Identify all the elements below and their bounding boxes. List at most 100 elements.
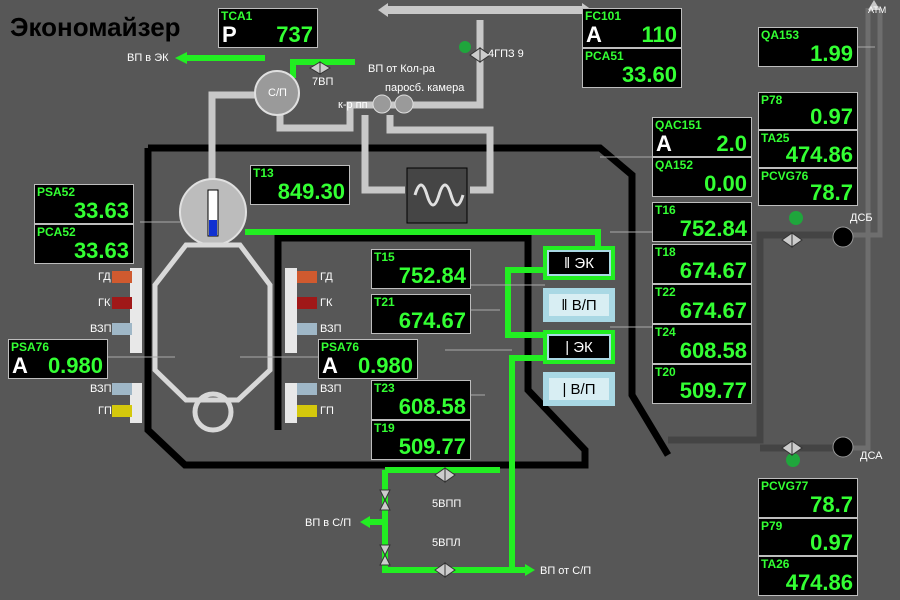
qa152-tag: QA152 bbox=[655, 158, 694, 172]
label-collector: к-р пп bbox=[338, 99, 368, 111]
psa76-left-box[interactable]: PSA76 A 0.980 bbox=[8, 339, 108, 379]
qac151-mode: A bbox=[656, 131, 672, 156]
label-burner-gd-left: ГД bbox=[98, 271, 111, 283]
t13-tag: T13 bbox=[253, 166, 274, 180]
label-valve-7vp: 7ВП bbox=[312, 76, 334, 88]
qa153-tag: QA153 bbox=[761, 28, 800, 42]
section-ek2-button[interactable]: | ЭК bbox=[543, 330, 615, 364]
psa76-left-tag: PSA76 bbox=[11, 340, 50, 354]
label-valve-5vpl: 5ВПЛ bbox=[432, 537, 461, 549]
section-vp2-label: | В/П bbox=[549, 378, 609, 400]
section-vp2-button[interactable]: | В/П bbox=[543, 372, 615, 406]
t13-value: 849.30 bbox=[277, 179, 345, 204]
label-burner-vzp-left: ВЗП bbox=[90, 323, 112, 335]
qac151-tag: QAC151 bbox=[655, 118, 702, 132]
p78-value: 0.97 bbox=[810, 104, 853, 129]
psa76-left-value: 0.980 bbox=[47, 353, 103, 378]
fc101-tag: FC101 bbox=[585, 9, 622, 23]
tca1-tag: TCA1 bbox=[221, 9, 253, 23]
qac151-box[interactable]: QAC151 A 2.0 bbox=[652, 117, 752, 157]
qa153-value: 1.99 bbox=[810, 41, 853, 66]
tca1-mode: P bbox=[222, 22, 237, 47]
t21-box[interactable]: T21 674.67 bbox=[371, 294, 471, 334]
t22-tag: T22 bbox=[655, 285, 676, 299]
p78-box[interactable]: P78 0.97 bbox=[758, 92, 858, 130]
t15-tag: T15 bbox=[374, 250, 395, 264]
t24-box[interactable]: T24 608.58 bbox=[652, 324, 752, 364]
label-burner-vzp2-left: ВЗП bbox=[90, 383, 112, 395]
label-burner-gd-right: ГД bbox=[320, 271, 333, 283]
burners-right bbox=[297, 271, 317, 417]
ta26-box[interactable]: TA26 474.86 bbox=[758, 556, 858, 596]
label-burner-gp-left: ГП bbox=[98, 405, 112, 417]
burners-left bbox=[112, 271, 132, 417]
smoke-exhauster-a-icon bbox=[832, 436, 854, 458]
fc101-value: 110 bbox=[641, 22, 678, 47]
pcvg77-value: 78.7 bbox=[810, 492, 853, 517]
p79-value: 0.97 bbox=[810, 530, 853, 555]
ta25-box[interactable]: TA25 474.86 bbox=[758, 130, 858, 168]
psa76-left-mode: A bbox=[12, 353, 28, 378]
psa76-right-mode: A bbox=[322, 353, 338, 378]
p79-box[interactable]: P79 0.97 bbox=[758, 518, 858, 556]
label-dsb: ДСБ bbox=[850, 212, 873, 224]
qa152-box[interactable]: QA152 0.00 bbox=[652, 157, 752, 197]
label-vp-v-ek: ВП в ЭК bbox=[127, 52, 169, 64]
pcvg76-box[interactable]: PCVG76 78.7 bbox=[758, 168, 858, 206]
t22-value: 674.67 bbox=[679, 298, 747, 323]
label-vp-ot-sp: ВП от С/П bbox=[540, 565, 592, 577]
section-ek1-label: ‖ ЭК bbox=[549, 252, 609, 274]
t13-box[interactable]: T13 849.30 bbox=[250, 165, 350, 205]
psa52-tag: PSA52 bbox=[37, 185, 76, 199]
t16-tag: T16 bbox=[655, 203, 676, 217]
label-separator: С/П bbox=[268, 87, 287, 99]
label-burner-vzp2-right: ВЗП bbox=[320, 383, 342, 395]
psa76-right-box[interactable]: PSA76 A 0.980 bbox=[318, 339, 418, 379]
t18-box[interactable]: T18 674.67 bbox=[652, 244, 752, 284]
psa52-value: 33.63 bbox=[73, 198, 129, 223]
t19-box[interactable]: T19 509.77 bbox=[371, 420, 471, 460]
label-burner-gk-right: ГК bbox=[320, 297, 333, 309]
p78-tag: P78 bbox=[761, 93, 783, 107]
t18-tag: T18 bbox=[655, 245, 676, 259]
label-vp-ot-kolra: ВП от Кол-ра bbox=[368, 63, 435, 75]
pca51-value: 33.60 bbox=[621, 62, 677, 87]
t15-value: 752.84 bbox=[398, 263, 466, 288]
t23-box[interactable]: T23 608.58 bbox=[371, 380, 471, 420]
ta26-value: 474.86 bbox=[785, 570, 853, 595]
ta25-value: 474.86 bbox=[785, 142, 853, 167]
section-ek1-button[interactable]: ‖ ЭК bbox=[543, 246, 615, 280]
label-vp-v-sp: ВП в С/П bbox=[305, 517, 352, 529]
section-vp1-button[interactable]: ‖ В/П bbox=[543, 288, 615, 322]
label-steam-chamber: паросб. камера bbox=[385, 82, 465, 94]
fc101-box[interactable]: FC101 A 110 bbox=[582, 8, 682, 48]
page-title: Экономайзер bbox=[10, 12, 181, 42]
economizer-screen: Экономайзер TCA1 P 737 FC101 A 110 PCA51… bbox=[0, 0, 900, 600]
qac151-value: 2.0 bbox=[716, 131, 747, 156]
pca51-box[interactable]: PCA51 33.60 bbox=[582, 48, 682, 88]
psa76-right-tag: PSA76 bbox=[321, 340, 360, 354]
qa153-box[interactable]: QA153 1.99 bbox=[758, 27, 858, 67]
pca52-box[interactable]: PCA52 33.63 bbox=[34, 224, 134, 264]
t21-value: 674.67 bbox=[398, 308, 466, 333]
label-valve-5vpp: 5ВПП bbox=[432, 498, 462, 510]
valve-status-icon bbox=[786, 453, 800, 467]
pcvg77-box[interactable]: PCVG77 78.7 bbox=[758, 478, 858, 518]
pcvg76-value: 78.7 bbox=[810, 180, 853, 205]
t15-box[interactable]: T15 752.84 bbox=[371, 249, 471, 289]
valve-status-icon bbox=[459, 41, 471, 53]
label-valve-4gpz: 4ГПЗ 9 bbox=[488, 48, 524, 60]
t16-box[interactable]: T16 752.84 bbox=[652, 202, 752, 242]
t24-tag: T24 bbox=[655, 325, 676, 339]
superheater-coil bbox=[406, 167, 468, 224]
tca1-box[interactable]: TCA1 P 737 bbox=[218, 8, 318, 48]
t20-box[interactable]: T20 509.77 bbox=[652, 364, 752, 404]
valve-status-icon bbox=[789, 211, 803, 225]
t20-tag: T20 bbox=[655, 365, 676, 379]
fc101-mode: A bbox=[586, 22, 602, 47]
qa152-value: 0.00 bbox=[704, 171, 747, 196]
label-burner-vzp-right: ВЗП bbox=[320, 323, 342, 335]
psa52-box[interactable]: PSA52 33.63 bbox=[34, 184, 134, 224]
t19-value: 509.77 bbox=[398, 434, 466, 459]
t22-box[interactable]: T22 674.67 bbox=[652, 284, 752, 324]
